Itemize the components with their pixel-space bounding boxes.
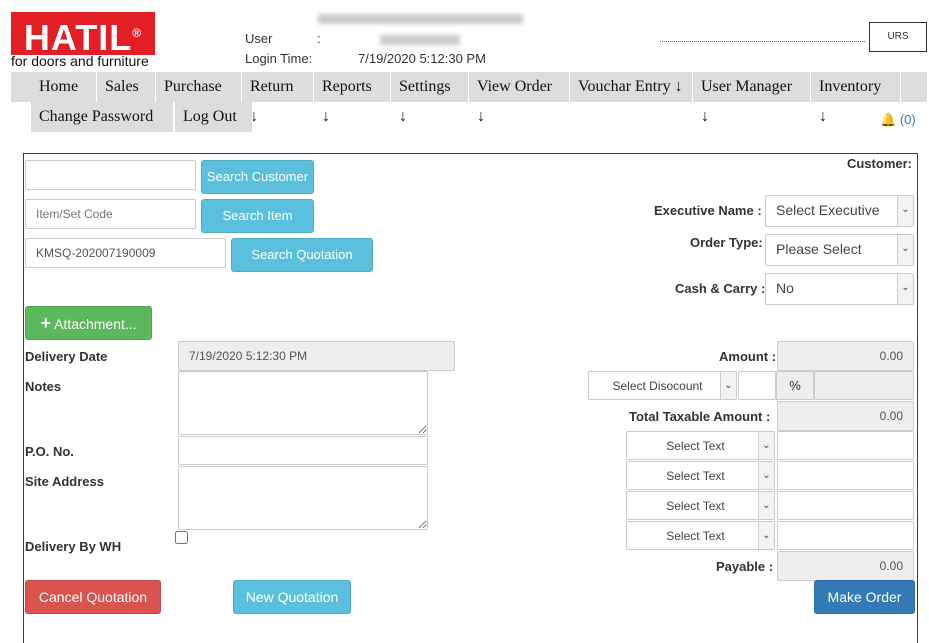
- chevron-down-icon: ⌄: [897, 196, 913, 226]
- site-address-textarea[interactable]: [178, 466, 428, 530]
- nav-change-password[interactable]: Change Password: [31, 102, 174, 132]
- chevron-down-icon: ⌄: [897, 235, 913, 265]
- chevron-down-icon: ⌄: [897, 274, 913, 304]
- nav-log-out[interactable]: Log Out: [175, 102, 253, 132]
- chevron-down-icon: ⌄: [758, 462, 774, 489]
- chevron-down-icon: ⌄: [720, 372, 736, 399]
- taxable-label: Total Taxable Amount :: [629, 409, 771, 424]
- delivery-wh-checkbox[interactable]: [175, 531, 188, 544]
- cancel-quotation-button[interactable]: Cancel Quotation: [25, 580, 161, 614]
- hatil-logo: HATIL®: [11, 12, 155, 58]
- chevron-down-icon: ⌄: [758, 492, 774, 519]
- tax-input-3[interactable]: [777, 491, 914, 520]
- tax-select-3[interactable]: Select Text ⌄: [626, 491, 775, 520]
- nav-vouchar-entry[interactable]: Vouchar Entry ↓: [570, 72, 693, 102]
- nav-home[interactable]: Home: [31, 72, 97, 102]
- po-number-input[interactable]: [178, 436, 428, 465]
- notification-count: (0): [899, 112, 916, 127]
- user-name-blurred: [380, 35, 460, 45]
- login-time: 7/19/2020 5:12:30 PM: [358, 51, 486, 66]
- nav-user-manager[interactable]: User Manager ↓: [693, 72, 811, 125]
- nav-return[interactable]: Return ↓: [242, 72, 314, 125]
- search-quotation-button[interactable]: Search Quotation: [231, 238, 373, 272]
- urs-certification-logo: URS: [869, 22, 927, 52]
- delivery-date-label: Delivery Date: [25, 349, 108, 364]
- amount-label: Amount :: [719, 349, 777, 364]
- bangla-slogan-image: [660, 26, 865, 42]
- taxable-field: 0.00: [777, 401, 914, 431]
- make-order-button[interactable]: Make Order: [814, 580, 915, 614]
- cash-carry-label: Cash & Carry :: [675, 281, 766, 296]
- tax-input-2[interactable]: [777, 461, 914, 490]
- attachment-button[interactable]: + Attachment...: [25, 306, 152, 340]
- user-label: User: [245, 31, 273, 46]
- cash-carry-select[interactable]: No ⌄: [765, 273, 914, 305]
- order-type-label: Order Type:: [690, 235, 763, 250]
- search-customer-button[interactable]: Search Customer: [201, 160, 314, 194]
- percent-addon: %: [776, 371, 814, 400]
- tax-input-4[interactable]: [777, 521, 914, 550]
- plus-icon: +: [40, 313, 51, 333]
- discount-amount-field: [814, 371, 914, 400]
- amount-field: 0.00: [777, 341, 914, 371]
- customer-label: Customer:: [847, 156, 913, 171]
- nav-reports[interactable]: Reports ↓: [314, 72, 391, 125]
- bell-icon: 🔔: [880, 112, 897, 127]
- item-code-input[interactable]: [25, 199, 196, 229]
- payable-field: 0.00: [777, 551, 914, 581]
- company-name-blurred: [318, 14, 523, 24]
- payable-label: Payable :: [716, 559, 774, 574]
- discount-select[interactable]: Select Disocount ⌄: [588, 371, 737, 400]
- tax-select-2[interactable]: Select Text ⌄: [626, 461, 775, 490]
- tax-select-4[interactable]: Select Text ⌄: [626, 521, 775, 550]
- chevron-down-icon: ⌄: [758, 432, 774, 459]
- user-sep: :: [317, 31, 321, 46]
- notes-label: Notes: [25, 379, 62, 394]
- tax-select-1[interactable]: Select Text ⌄: [626, 431, 775, 460]
- nav-inventory[interactable]: Inventory ↓: [811, 72, 901, 125]
- po-label: P.O. No.: [25, 444, 74, 459]
- quotation-number-input[interactable]: [25, 238, 226, 268]
- nav-purchase[interactable]: Purchase ↓: [156, 72, 242, 125]
- executive-select[interactable]: Select Executive ⌄: [765, 195, 914, 227]
- new-quotation-button[interactable]: New Quotation: [233, 580, 351, 614]
- login-time-label: Login Time:: [245, 51, 313, 66]
- nav-sales[interactable]: Sales ↓: [97, 72, 156, 125]
- notes-textarea[interactable]: [178, 371, 428, 435]
- site-address-label: Site Address: [25, 474, 104, 489]
- nav-view-order[interactable]: View Order ↓: [469, 72, 570, 125]
- search-item-button[interactable]: Search Item: [201, 199, 314, 233]
- delivery-wh-label: Delivery By WH: [25, 539, 122, 554]
- customer-input[interactable]: [25, 160, 196, 190]
- chevron-down-icon: ⌄: [758, 522, 774, 549]
- tax-input-1[interactable]: [777, 431, 914, 460]
- delivery-date-field: 7/19/2020 5:12:30 PM: [178, 341, 455, 371]
- nav-settings[interactable]: Settings ↓: [391, 72, 469, 125]
- discount-input[interactable]: [738, 371, 776, 400]
- executive-label: Executive Name :: [654, 203, 762, 218]
- notifications[interactable]: 🔔 (0): [880, 112, 916, 128]
- logo-tagline: for doors and furniture: [11, 53, 149, 69]
- order-type-select[interactable]: Please Select ⌄: [765, 234, 914, 266]
